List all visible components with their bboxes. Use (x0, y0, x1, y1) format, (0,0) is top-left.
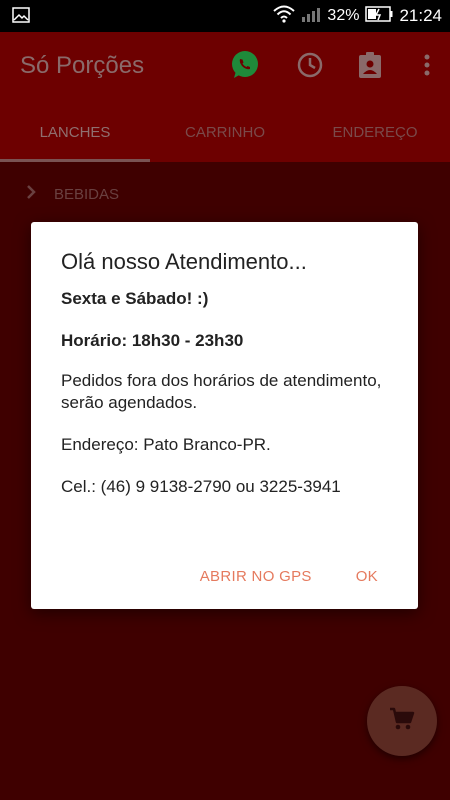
scheduling-note: Pedidos fora dos horários de atendimento… (61, 371, 382, 412)
gallery-icon (12, 7, 30, 28)
schedule-button[interactable] (293, 50, 327, 84)
signal-icon (301, 5, 321, 28)
app-bar: Só Porções (0, 32, 450, 102)
days-text: Sexta e Sábado! :) (61, 289, 209, 308)
clock-time: 21:24 (399, 6, 442, 25)
shopping-cart-icon (389, 706, 415, 737)
chevron-right-icon (26, 184, 36, 204)
overflow-menu-button[interactable] (410, 50, 444, 84)
info-dialog: Olá nosso Atendimento... Sexta e Sábado!… (31, 222, 418, 609)
more-vert-icon (423, 53, 431, 82)
app-title: Só Porções (20, 52, 145, 79)
wifi-icon (273, 5, 296, 28)
whatsapp-icon (229, 49, 261, 86)
phone-text: Cel.: (46) 9 9138-2790 ou 3225-3941 (61, 477, 341, 496)
cart-fab-button[interactable] (367, 686, 437, 756)
battery-icon (365, 5, 393, 28)
battery-percent: 32% (327, 7, 360, 24)
dialog-body: Sexta e Sábado! :) Horário: 18h30 - 23h3… (61, 288, 401, 518)
hours-text: Horário: 18h30 - 23h30 (61, 331, 244, 350)
ok-button[interactable]: OK (356, 568, 378, 585)
address-text: Endereço: Pato Branco-PR. (61, 435, 271, 454)
category-row-bebidas[interactable]: BEBIDAS (26, 184, 119, 204)
tab-lanches[interactable]: LANCHES (0, 102, 150, 162)
dialog-title: Olá nosso Atendimento... (61, 249, 307, 274)
tab-bar: LANCHES CARRINHO ENDEREÇO (0, 102, 450, 162)
whatsapp-button[interactable] (228, 50, 262, 84)
clock-icon (296, 51, 324, 84)
clipboard-button[interactable] (353, 50, 387, 84)
open-gps-button[interactable]: ABRIR NO GPS (200, 568, 312, 585)
category-label: BEBIDAS (54, 185, 120, 203)
status-bar: 32% 21:24 (0, 0, 450, 32)
dialog-actions: ABRIR NO GPS OK (200, 568, 378, 585)
clipboard-account-icon (357, 51, 383, 84)
tab-endereco[interactable]: ENDEREÇO (300, 102, 450, 162)
tab-carrinho[interactable]: CARRINHO (150, 102, 300, 162)
